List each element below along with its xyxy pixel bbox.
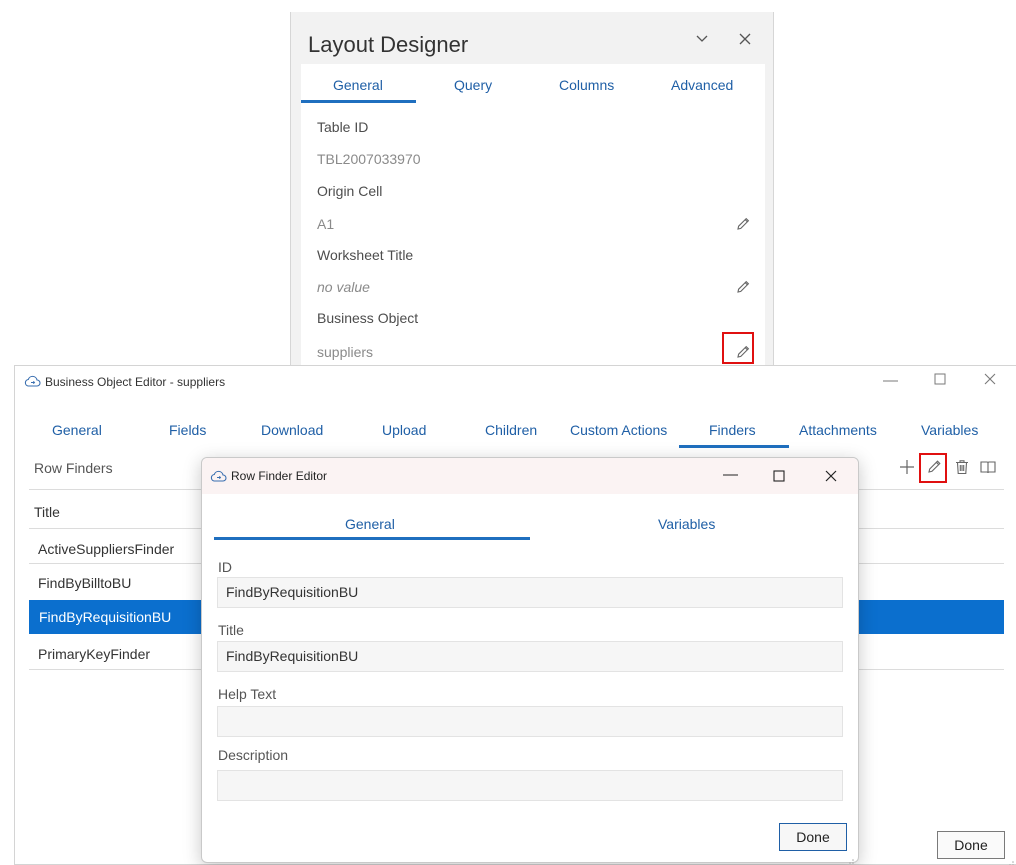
description-label: Description	[218, 747, 289, 763]
table-cell-title: FindByBilltoBU	[38, 575, 132, 591]
close-icon[interactable]	[738, 32, 752, 51]
cloud-sync-icon	[210, 469, 227, 483]
cloud-sync-icon	[24, 374, 41, 388]
bo-editor-title: Business Object Editor - suppliers	[45, 375, 226, 389]
tab-columns[interactable]: Columns	[559, 77, 614, 93]
tab-attachments[interactable]: Attachments	[799, 422, 877, 438]
help-text-field[interactable]	[217, 706, 843, 737]
tab-general[interactable]: General	[52, 422, 102, 438]
row-finders-label: Row Finders	[34, 460, 113, 476]
edit-origin-cell-icon[interactable]	[735, 216, 751, 232]
tab-general[interactable]: General	[333, 77, 383, 93]
row-finder-editor-titlebar: Row Finder Editor —	[202, 458, 858, 494]
origin-cell-value: A1	[317, 216, 335, 232]
minimize-icon[interactable]: —	[883, 372, 898, 389]
chevron-down-icon[interactable]	[695, 32, 709, 51]
tab-variables[interactable]: Variables	[658, 516, 715, 532]
done-button[interactable]: Done	[779, 823, 847, 851]
close-icon[interactable]	[984, 372, 996, 389]
tab-general[interactable]: General	[345, 516, 395, 532]
book-icon[interactable]	[979, 458, 997, 476]
tab-custom-actions[interactable]: Custom Actions	[570, 422, 667, 438]
layout-designer-body: General Query Columns Advanced Table ID …	[301, 64, 765, 372]
trash-icon[interactable]	[953, 458, 971, 476]
active-tab-underline	[679, 445, 789, 448]
id-label: ID	[218, 559, 232, 575]
tab-children[interactable]: Children	[485, 422, 537, 438]
title-label: Title	[218, 622, 244, 638]
edit-worksheet-title-icon[interactable]	[735, 279, 751, 295]
active-tab-underline	[214, 537, 530, 540]
table-header-title: Title	[34, 504, 60, 520]
resize-grip-icon[interactable]	[1007, 854, 1015, 865]
layout-designer-title: Layout Designer	[308, 32, 469, 57]
close-icon[interactable]	[825, 469, 837, 486]
layout-designer-tabs: General Query Columns Advanced	[301, 64, 765, 104]
maximize-icon[interactable]	[934, 372, 946, 389]
tab-advanced[interactable]: Advanced	[671, 77, 733, 93]
active-tab-underline	[301, 100, 416, 103]
business-object-label: Business Object	[317, 310, 419, 326]
bo-editor-titlebar: Business Object Editor - suppliers —	[15, 366, 1016, 398]
table-id-value: TBL2007033970	[317, 151, 421, 167]
resize-grip-icon[interactable]	[847, 852, 855, 864]
table-id-label: Table ID	[317, 119, 369, 135]
minimize-icon[interactable]: —	[723, 466, 738, 483]
tab-finders[interactable]: Finders	[709, 422, 756, 438]
layout-designer-panel: Layout Designer General Query Columns Ad…	[290, 12, 774, 372]
origin-cell-label: Origin Cell	[317, 183, 383, 199]
table-cell-title: PrimaryKeyFinder	[38, 646, 151, 662]
help-text-label: Help Text	[218, 686, 277, 702]
highlight-box	[919, 453, 947, 483]
row-finder-editor-dialog: Row Finder Editor — General Variables ID…	[201, 457, 859, 864]
id-field[interactable]: FindByRequisitionBU	[217, 577, 843, 608]
worksheet-title-label: Worksheet Title	[317, 247, 414, 263]
done-button[interactable]: Done	[937, 831, 1005, 859]
tab-fields[interactable]: Fields	[169, 422, 206, 438]
highlight-box	[722, 332, 754, 364]
worksheet-title-value: no value	[317, 279, 370, 295]
table-cell-title: ActiveSuppliersFinder	[38, 541, 175, 557]
maximize-icon[interactable]	[773, 469, 785, 486]
add-icon[interactable]	[898, 458, 916, 476]
tab-query[interactable]: Query	[454, 77, 492, 93]
row-finder-editor-title: Row Finder Editor	[231, 469, 328, 483]
table-cell-title: FindByRequisitionBU	[39, 609, 172, 625]
tab-upload[interactable]: Upload	[382, 422, 426, 438]
description-field[interactable]	[217, 770, 843, 801]
business-object-value: suppliers	[317, 344, 374, 360]
title-field[interactable]: FindByRequisitionBU	[217, 641, 843, 672]
tab-variables[interactable]: Variables	[921, 422, 978, 438]
tab-download[interactable]: Download	[261, 422, 323, 438]
